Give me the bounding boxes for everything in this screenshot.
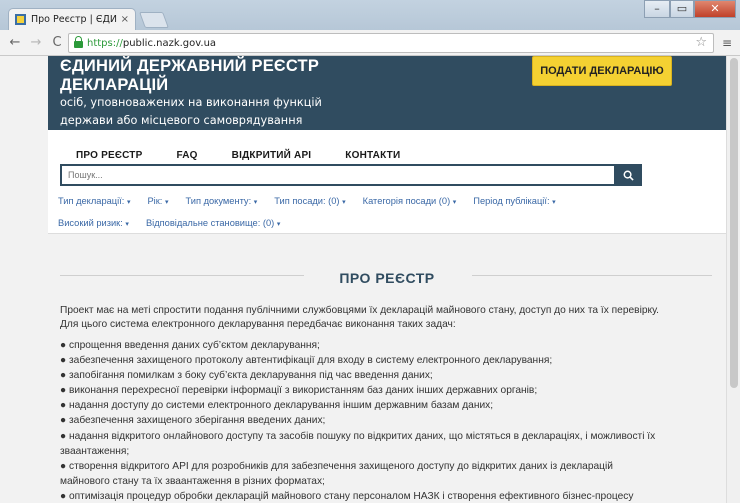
browser-window: Про Реєстр | ЄДИНИЙ Д × – ▭ ✕ ← → C http… xyxy=(0,0,740,503)
about-section: ПРО РЕЄСТР Проект має на меті спростити … xyxy=(48,235,726,503)
list-item: ● створення відкритого API для розробник… xyxy=(60,460,613,472)
page-viewport: ЄДИНИЙ ДЕРЖАВНИЙ РЕЄСТР ДЕКЛАРАЦІЙ осіб,… xyxy=(0,56,740,503)
filter-label: Високий ризик: xyxy=(58,218,123,228)
search-icon xyxy=(623,170,634,181)
filter-label: Рік: xyxy=(147,196,163,206)
intro-line: Для цього система електронного декларува… xyxy=(60,319,456,330)
site-subtitle: осіб, уповноважених на виконання функцій… xyxy=(60,96,322,127)
section-title-wrap: ПРО РЕЄСТР xyxy=(48,268,726,287)
section-title: ПРО РЕЄСТР xyxy=(339,270,435,286)
url-host: public.nazk.gov.ua xyxy=(122,37,217,49)
filters: Тип декларації: ▾ Рік: ▾ Тип документу: … xyxy=(58,190,648,234)
list-item: ● виконання перехресної перевірки інформ… xyxy=(60,385,538,397)
filter-document-type[interactable]: Тип документу: ▾ xyxy=(185,196,257,206)
new-tab-button[interactable] xyxy=(139,12,169,28)
list-item: ● надання доступу до системи електронног… xyxy=(60,400,494,412)
filter-label: Відповідальне становище: (0) xyxy=(145,218,275,228)
site-header: ЄДИНИЙ ДЕРЖАВНИЙ РЕЄСТР ДЕКЛАРАЦІЙ осіб,… xyxy=(48,56,726,130)
chevron-down-icon: ▾ xyxy=(126,199,131,206)
list-item: зваантаження; xyxy=(60,445,130,457)
filter-declaration-type[interactable]: Тип декларації: ▾ xyxy=(58,196,130,206)
filter-publication-period[interactable]: Період публікації: ▾ xyxy=(473,196,555,206)
nav-api[interactable]: ВІДКРИТИЙ API xyxy=(232,150,312,161)
search-button[interactable] xyxy=(614,164,642,186)
filter-responsible-position[interactable]: Відповідальне становище: (0) ▾ xyxy=(146,218,280,228)
chevron-down-icon: ▾ xyxy=(164,199,169,206)
lock-icon xyxy=(74,36,83,48)
main-nav: ПРО РЕЄСТР FAQ ВІДКРИТИЙ API КОНТАКТИ xyxy=(76,150,434,161)
intro-line: Проект має на меті спростити подання пуб… xyxy=(60,305,659,316)
chevron-down-icon: ▾ xyxy=(253,199,258,206)
nav-about[interactable]: ПРО РЕЄСТР xyxy=(76,150,143,161)
chevron-down-icon: ▾ xyxy=(452,199,457,206)
search-bar xyxy=(60,164,642,186)
tasks-list: ● спрощення введення даних суб’єктом дек… xyxy=(60,338,700,503)
browser-toolbar: ← → C https:// public.nazk.gov.ua ☆ ≡ xyxy=(0,30,740,56)
list-item: ● оптимізація процедур обробки деклараці… xyxy=(60,490,634,502)
reload-icon[interactable]: C xyxy=(48,35,66,50)
nav-contacts[interactable]: КОНТАКТИ xyxy=(345,150,400,161)
chevron-down-icon: ▾ xyxy=(276,221,281,228)
favicon-icon xyxy=(15,14,26,25)
forward-arrow-icon[interactable]: → xyxy=(27,35,45,50)
filter-label: Період публікації: xyxy=(473,196,550,206)
scrollbar[interactable] xyxy=(726,56,740,503)
filter-high-risk[interactable]: Високий ризик: ▾ xyxy=(58,218,129,228)
filter-label: Тип декларації: xyxy=(58,196,125,206)
list-item: ● спрощення введення даних суб’єктом дек… xyxy=(60,340,320,351)
tab-title: Про Реєстр | ЄДИНИЙ Д xyxy=(31,14,117,25)
search-input[interactable] xyxy=(62,166,614,184)
back-arrow-icon[interactable]: ← xyxy=(6,35,24,50)
list-item: ● забезпечення захищеного протоколу авте… xyxy=(60,355,553,367)
page: ЄДИНИЙ ДЕРЖАВНИЙ РЕЄСТР ДЕКЛАРАЦІЙ осіб,… xyxy=(48,56,726,503)
browser-menu-icon[interactable]: ≡ xyxy=(722,36,732,50)
filter-label: Тип посади: (0) xyxy=(274,196,340,206)
filter-year[interactable]: Рік: ▾ xyxy=(147,196,168,206)
filter-position-category[interactable]: Категорія посади (0) ▾ xyxy=(363,196,457,206)
url-scheme: https:// xyxy=(87,37,123,49)
tab-strip: Про Реєстр | ЄДИНИЙ Д × – ▭ ✕ xyxy=(0,0,740,30)
minimize-button[interactable]: – xyxy=(644,0,670,18)
address-bar[interactable]: https:// public.nazk.gov.ua ☆ xyxy=(68,33,714,53)
tab-close-icon[interactable]: × xyxy=(121,14,129,25)
chevron-down-icon: ▾ xyxy=(552,199,556,206)
filter-label: Категорія посади (0) xyxy=(362,196,451,206)
browser-tab[interactable]: Про Реєстр | ЄДИНИЙ Д × xyxy=(8,8,136,30)
list-item: майнового стану та їх зваантаження в різ… xyxy=(60,475,325,487)
site-title: ЄДИНИЙ ДЕРЖАВНИЙ РЕЄСТР ДЕКЛАРАЦІЙ xyxy=(60,57,320,94)
list-item: ● забезпечення захищеного зберігання вве… xyxy=(60,415,326,427)
submit-declaration-button[interactable]: ПОДАТИ ДЕКЛАРАЦІЮ xyxy=(532,56,672,86)
nav-faq[interactable]: FAQ xyxy=(177,150,198,161)
chevron-down-icon: ▾ xyxy=(342,199,346,206)
list-item: ● запобігання помилкам з боку суб’єкта д… xyxy=(60,370,433,382)
bookmark-star-icon[interactable]: ☆ xyxy=(695,35,707,50)
filter-label: Тип документу: xyxy=(185,196,252,206)
about-intro: Проект має на меті спростити подання пуб… xyxy=(60,304,700,332)
close-window-button[interactable]: ✕ xyxy=(694,0,736,18)
chevron-down-icon: ▾ xyxy=(125,221,129,228)
maximize-button[interactable]: ▭ xyxy=(670,0,694,18)
filter-position-type[interactable]: Тип посади: (0) ▾ xyxy=(274,196,345,206)
list-item: ● надання відкритого онлайнового доступу… xyxy=(60,430,656,442)
scrollbar-thumb[interactable] xyxy=(730,58,738,388)
window-controls: – ▭ ✕ xyxy=(644,0,736,18)
